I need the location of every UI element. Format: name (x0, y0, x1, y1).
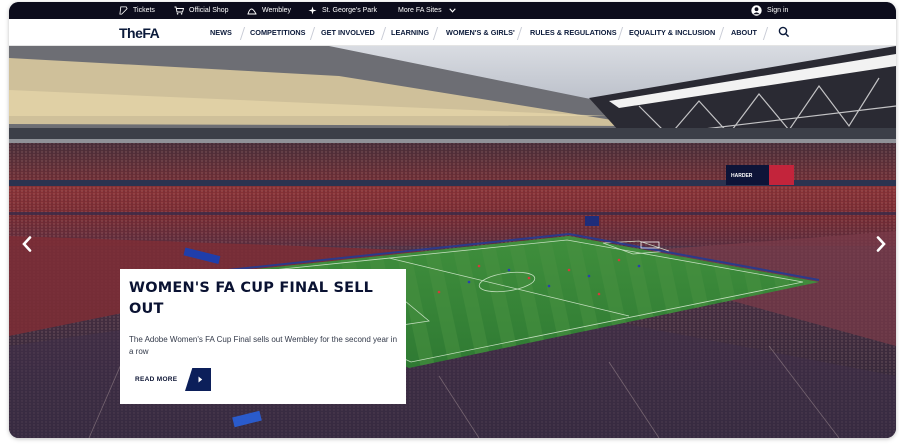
read-more-button[interactable]: READ MORE (129, 368, 211, 391)
official-shop-label: Official Shop (189, 7, 229, 14)
ticket-icon (119, 6, 128, 15)
nav-item-learning[interactable]: LEARNING (391, 19, 429, 46)
nav-item-news[interactable]: NEWS (210, 19, 232, 46)
sign-in-link[interactable]: Sign in (751, 2, 788, 19)
st-georges-park-icon (308, 6, 317, 15)
tickets-label: Tickets (133, 7, 155, 14)
nav-divider (309, 27, 316, 40)
nav-item-womens-girls[interactable]: WOMEN'S & GIRLS' (446, 19, 515, 46)
utility-bar: Tickets Official Shop Wembley St. George… (9, 2, 896, 19)
nav-divider (239, 27, 246, 40)
wembley-label: Wembley (262, 7, 292, 14)
nav-divider (380, 27, 387, 40)
nav-item-competitions[interactable]: COMPETITIONS (250, 19, 306, 46)
read-more-label: READ MORE (129, 368, 193, 391)
hero-headline[interactable]: WOMEN'S FA CUP FINAL SELL OUT (129, 278, 391, 320)
big-screen-text: HARDER (731, 173, 753, 179)
st-georges-park-link[interactable]: St. George's Park (308, 2, 377, 19)
hero-description: The Adobe Women's FA Cup Final sells out… (129, 335, 398, 356)
chevron-right-icon (876, 236, 886, 252)
hero-carousel: HARDER WOMEN'S FA CUP FINAL SELL OUT The… (9, 46, 896, 438)
nav-divider (432, 27, 439, 40)
wembley-link[interactable]: Wembley (247, 2, 291, 19)
user-icon (751, 5, 762, 16)
nav-item-about[interactable]: ABOUT (731, 19, 757, 46)
st-georges-park-label: St. George's Park (322, 7, 378, 14)
wembley-arch-icon (247, 8, 257, 15)
nav-divider (718, 27, 725, 40)
arrow-right-icon (198, 376, 203, 383)
more-fa-sites-dropdown[interactable]: More FA Sites (398, 2, 456, 19)
hero-story-card: WOMEN'S FA CUP FINAL SELL OUT The Adobe … (120, 269, 406, 404)
nav-item-get-involved[interactable]: GET INVOLVED (321, 19, 375, 46)
nav-item-equality-inclusion[interactable]: EQUALITY & INCLUSION (629, 19, 715, 46)
nav-item-rules-regulations[interactable]: RULES & REGULATIONS (530, 19, 617, 46)
nav-divider (516, 27, 523, 40)
carousel-prev-button[interactable] (19, 232, 35, 256)
tickets-link[interactable]: Tickets (119, 2, 155, 19)
shop-icon (174, 6, 184, 15)
search-icon[interactable] (778, 26, 790, 38)
carousel-next-button[interactable] (873, 232, 889, 256)
chevron-left-icon (22, 236, 32, 252)
official-shop-link[interactable]: Official Shop (174, 2, 229, 19)
fa-logo[interactable]: TheFA (119, 25, 160, 41)
chevron-down-icon (448, 8, 456, 13)
sign-in-label: Sign in (767, 7, 789, 14)
main-navigation: TheFA NEWS COMPETITIONS GET INVOLVED LEA… (9, 19, 896, 46)
more-fa-sites-label: More FA Sites (398, 7, 442, 14)
nav-divider (617, 27, 624, 40)
nav-divider (762, 27, 769, 40)
browser-frame: Tickets Official Shop Wembley St. George… (9, 2, 896, 438)
